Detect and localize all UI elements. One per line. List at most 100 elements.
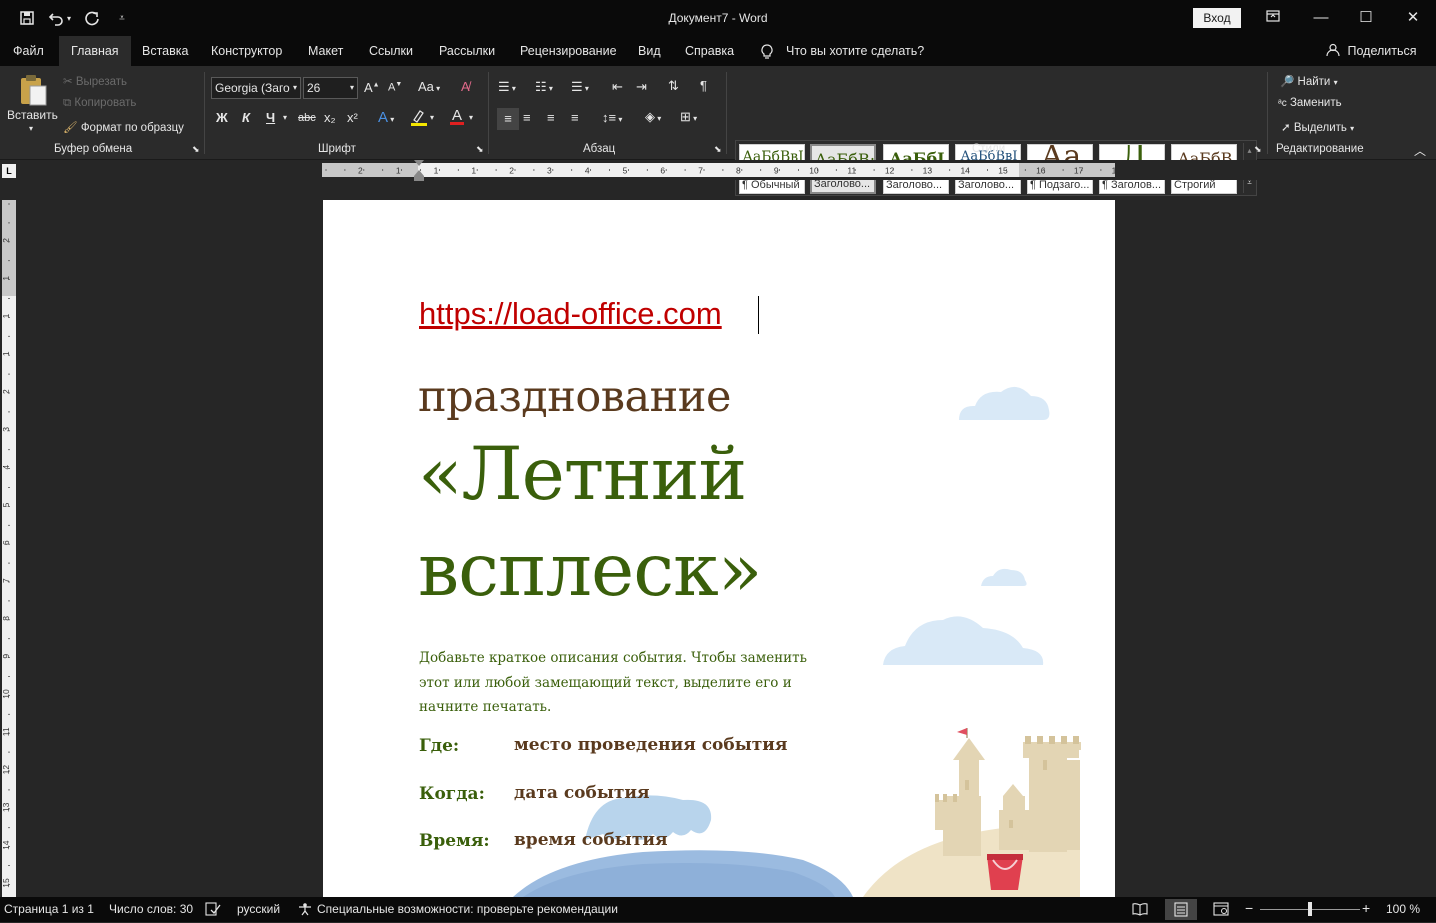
tab-home[interactable]: Главная (59, 36, 131, 66)
tab-references[interactable]: Ссылки (369, 36, 413, 66)
ruler-number: 10 (2, 689, 11, 699)
numbering-icon[interactable]: ☷ ▾ (535, 79, 553, 95)
sort-icon[interactable]: ⇅ (668, 78, 679, 94)
find-label: Найти (1297, 76, 1331, 88)
signin-button[interactable]: Вход (1193, 8, 1241, 28)
hyperlink[interactable]: https://load-office.com (419, 296, 722, 332)
style-name: Заголово... (886, 179, 943, 191)
document-page[interactable]: https://load-office.com празднование «Ле… (323, 200, 1115, 897)
tab-selector[interactable]: L (2, 164, 16, 178)
indent-marker[interactable] (414, 160, 424, 182)
font-color-icon[interactable]: A (450, 107, 464, 125)
tab-review[interactable]: Рецензирование (520, 36, 617, 66)
page-count[interactable]: Страница 1 из 1 (4, 902, 94, 916)
underline-dropdown-icon[interactable]: ▾ (283, 113, 287, 122)
web-layout-icon[interactable] (1213, 902, 1229, 919)
bullets-icon[interactable]: ☰ ▾ (498, 79, 516, 95)
status-bar: Страница 1 из 1 Число слов: 30 русский С… (0, 897, 1436, 922)
grow-font-icon[interactable]: A▲ (364, 80, 380, 95)
font-color-dropdown-icon[interactable]: ▾ (469, 113, 473, 122)
tell-me-search[interactable]: Что вы хотите сделать? (786, 36, 924, 66)
ruler-number: 1 (434, 166, 439, 176)
copy-label: Копировать (74, 97, 137, 109)
tab-layout[interactable]: Макет (308, 36, 343, 66)
language-indicator[interactable]: русский (237, 902, 280, 916)
paste-dropdown-icon[interactable]: ▾ (29, 124, 33, 133)
format-painter-button[interactable]: 🖌 Формат по образцу (63, 120, 184, 134)
close-icon[interactable]: ✕ (1401, 6, 1425, 30)
select-button[interactable]: ➚ Выделить ▾ (1281, 120, 1354, 134)
ribbon-display-options-icon[interactable] (1261, 6, 1285, 30)
replace-button[interactable]: ᵃc Заменить (1278, 97, 1342, 109)
ruler-number: 2 (358, 166, 363, 176)
clear-formatting-icon[interactable]: A̸ (461, 79, 470, 94)
font-size-value: 26 (307, 81, 321, 95)
tab-file[interactable]: Файл (13, 36, 44, 66)
minimize-icon[interactable]: — (1309, 6, 1333, 30)
zoom-level[interactable]: 100 % (1386, 902, 1420, 916)
font-size-select[interactable]: 26 ▾ (303, 77, 358, 99)
tab-mailings[interactable]: Рассылки (439, 36, 495, 66)
proofing-icon[interactable] (205, 902, 221, 919)
styles-launcher-icon[interactable]: ⬊ (1254, 144, 1262, 155)
zoom-slider-thumb[interactable] (1308, 902, 1312, 916)
underline-button[interactable]: Ч (266, 110, 275, 125)
time-label: Время: (419, 831, 490, 851)
font-launcher-icon[interactable]: ⬊ (476, 144, 484, 155)
find-button[interactable]: 🔎 Найти ▾ (1280, 74, 1338, 88)
increase-indent-icon[interactable]: ⇥ (636, 79, 647, 95)
horizontal-ruler[interactable]: 211123456789101112131415161718 (322, 163, 1115, 177)
event-description[interactable]: Добавьте краткое описания события. Чтобы… (419, 646, 839, 720)
word-count[interactable]: Число слов: 30 (109, 902, 193, 916)
tab-insert[interactable]: Вставка (142, 36, 188, 66)
tab-view[interactable]: Вид (638, 36, 661, 66)
subscript-button[interactable]: x₂ (324, 110, 336, 125)
read-mode-icon[interactable] (1132, 902, 1148, 919)
italic-button[interactable]: К (242, 110, 250, 125)
change-case-icon[interactable]: Aa ▾ (418, 79, 440, 94)
collapse-ribbon-icon[interactable]: ︿ (1414, 142, 1426, 159)
time-value[interactable]: время события (514, 830, 668, 850)
borders-icon[interactable]: ⊞ ▾ (680, 109, 697, 125)
highlight-dropdown-icon[interactable]: ▾ (430, 113, 434, 122)
copy-button[interactable]: ⧉ Копировать (63, 97, 136, 110)
shrink-font-icon[interactable]: A▼ (388, 81, 402, 94)
where-value[interactable]: место проведения события (514, 735, 787, 755)
event-title-line2[interactable]: «Летний (418, 432, 747, 517)
print-layout-icon[interactable] (1165, 899, 1197, 920)
share-button[interactable]: Поделиться (1326, 36, 1417, 66)
clipboard-launcher-icon[interactable]: ⬊ (192, 144, 200, 155)
align-center-icon[interactable]: ≡ (523, 110, 531, 125)
justify-icon[interactable]: ≡ (571, 110, 579, 125)
align-right-icon[interactable]: ≡ (547, 110, 555, 125)
zoom-out-icon[interactable]: − (1245, 900, 1253, 916)
highlight-icon[interactable] (410, 108, 428, 129)
tab-help[interactable]: Справка (685, 36, 734, 66)
when-value[interactable]: дата события (514, 783, 650, 803)
maximize-icon[interactable]: ☐ (1354, 6, 1378, 30)
multilevel-list-icon[interactable]: ☰ ▾ (571, 79, 589, 95)
shading-icon[interactable]: ◈ ▾ (645, 109, 661, 125)
font-group-label: Шрифт (318, 143, 356, 155)
align-left-icon[interactable]: ≡ (497, 108, 519, 130)
show-marks-icon[interactable]: ¶ (700, 78, 707, 93)
line-spacing-icon[interactable]: ↕≡ ▾ (602, 110, 622, 125)
paragraph-launcher-icon[interactable]: ⬊ (714, 144, 722, 155)
event-title-line1[interactable]: празднование (418, 372, 731, 422)
accessibility-status[interactable]: Специальные возможности: проверьте реком… (317, 902, 618, 916)
paste-icon[interactable] (18, 74, 48, 109)
zoom-in-icon[interactable]: + (1362, 900, 1370, 916)
tab-design[interactable]: Конструктор (211, 36, 282, 66)
event-title-line3[interactable]: всплеск» (418, 528, 762, 613)
superscript-button[interactable]: x² (347, 110, 358, 125)
cut-button[interactable]: ✂ Вырезать (63, 74, 127, 88)
bold-button[interactable]: Ж (216, 110, 228, 125)
text-effects-icon[interactable]: A ▾ (378, 109, 394, 126)
vertical-ruler[interactable]: 2 1 1 1 2 3 4 5 6 7 8 9 10 11 12 13 14 15 (2, 200, 16, 897)
accessibility-icon[interactable] (297, 902, 313, 919)
font-family-select[interactable]: Georgia (Заго ▾ (211, 77, 301, 99)
paste-button[interactable]: Вставить (7, 108, 58, 122)
decrease-indent-icon[interactable]: ⇤ (612, 79, 623, 95)
title-bar: ▾ ⩡ Документ7 - Word Вход — ☐ ✕ (0, 0, 1436, 36)
strikethrough-button[interactable]: abc (298, 112, 316, 124)
